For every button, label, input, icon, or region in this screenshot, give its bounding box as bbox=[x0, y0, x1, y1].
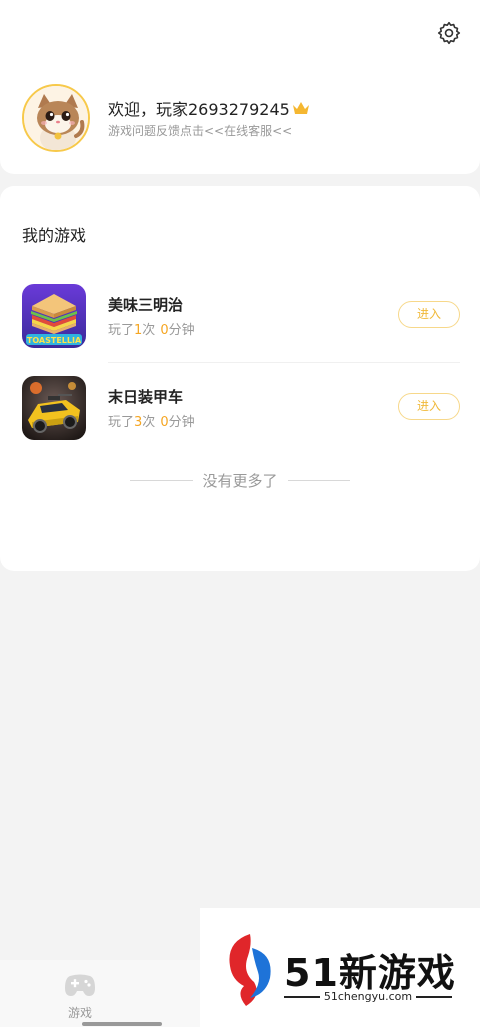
count-unit: 次 bbox=[142, 415, 156, 430]
home-indicator bbox=[82, 1022, 162, 1026]
minutes-unit: 分钟 bbox=[168, 323, 195, 338]
game-name: 美味三明治 bbox=[108, 296, 184, 314]
game-list-item[interactable]: 末日装甲车 玩了3次 0分钟 进入 bbox=[0, 376, 480, 446]
settings-gear-icon[interactable] bbox=[436, 20, 462, 46]
game-play-stats: 玩了1次 0分钟 bbox=[108, 319, 195, 338]
divider-line-left bbox=[130, 479, 193, 481]
tab-games-label: 游戏 bbox=[67, 1006, 92, 1020]
brand-url-row: 51chengyu.com bbox=[284, 990, 452, 1003]
svg-text:TOASTELLIA: TOASTELLIA bbox=[27, 336, 82, 345]
brand-url: 51chengyu.com bbox=[323, 990, 413, 1003]
stat-prefix: 玩了 bbox=[108, 415, 135, 430]
stat-prefix: 玩了 bbox=[108, 323, 135, 338]
welcome-message: 欢迎，玩家2693279245 bbox=[108, 96, 310, 120]
brand-logo-icon bbox=[229, 934, 271, 1006]
game-play-stats: 玩了3次 0分钟 bbox=[108, 411, 195, 430]
section-title: 我的游戏 bbox=[22, 226, 87, 245]
armored-car-game-icon bbox=[22, 376, 86, 440]
profile-card: 欢迎，玩家2693279245 游戏问题反馈点击<<在线客服<< bbox=[0, 0, 480, 174]
user-avatar[interactable] bbox=[22, 84, 90, 152]
brand-name: 51新游戏 bbox=[284, 951, 456, 995]
game-name: 末日装甲车 bbox=[108, 388, 184, 406]
list-divider bbox=[108, 362, 460, 363]
game-list-item[interactable]: TOASTELLIA 美味三明治 玩了1次 0分钟 进入 bbox=[0, 284, 480, 354]
count-unit: 次 bbox=[142, 323, 156, 338]
crown-icon bbox=[292, 102, 309, 114]
site-watermark: 51新游戏 51chengyu.com bbox=[200, 908, 480, 1027]
url-bar-left bbox=[284, 995, 320, 998]
list-end-indicator: 没有更多了 bbox=[130, 470, 351, 490]
no-more-text: 没有更多了 bbox=[202, 471, 278, 490]
enter-game-button[interactable]: 进入 bbox=[398, 393, 460, 420]
my-games-card: 我的游戏 TOASTELLIA 美味三明治 玩了1次 0分钟 进入 末日装甲车 … bbox=[0, 186, 480, 571]
play-minutes: 0 bbox=[160, 323, 169, 338]
feedback-link[interactable]: 游戏问题反馈点击<<在线客服<< bbox=[108, 122, 292, 139]
sandwich-game-icon: TOASTELLIA bbox=[22, 284, 86, 348]
minutes-unit: 分钟 bbox=[168, 415, 195, 430]
tab-games[interactable]: 游戏 bbox=[50, 972, 110, 1022]
gamepad-icon bbox=[65, 974, 95, 996]
welcome-text: 欢迎，玩家2693279245 bbox=[108, 100, 290, 119]
url-bar-right bbox=[416, 995, 452, 998]
play-minutes: 0 bbox=[160, 415, 169, 430]
enter-game-button[interactable]: 进入 bbox=[398, 301, 460, 328]
divider-line-right bbox=[287, 479, 351, 481]
